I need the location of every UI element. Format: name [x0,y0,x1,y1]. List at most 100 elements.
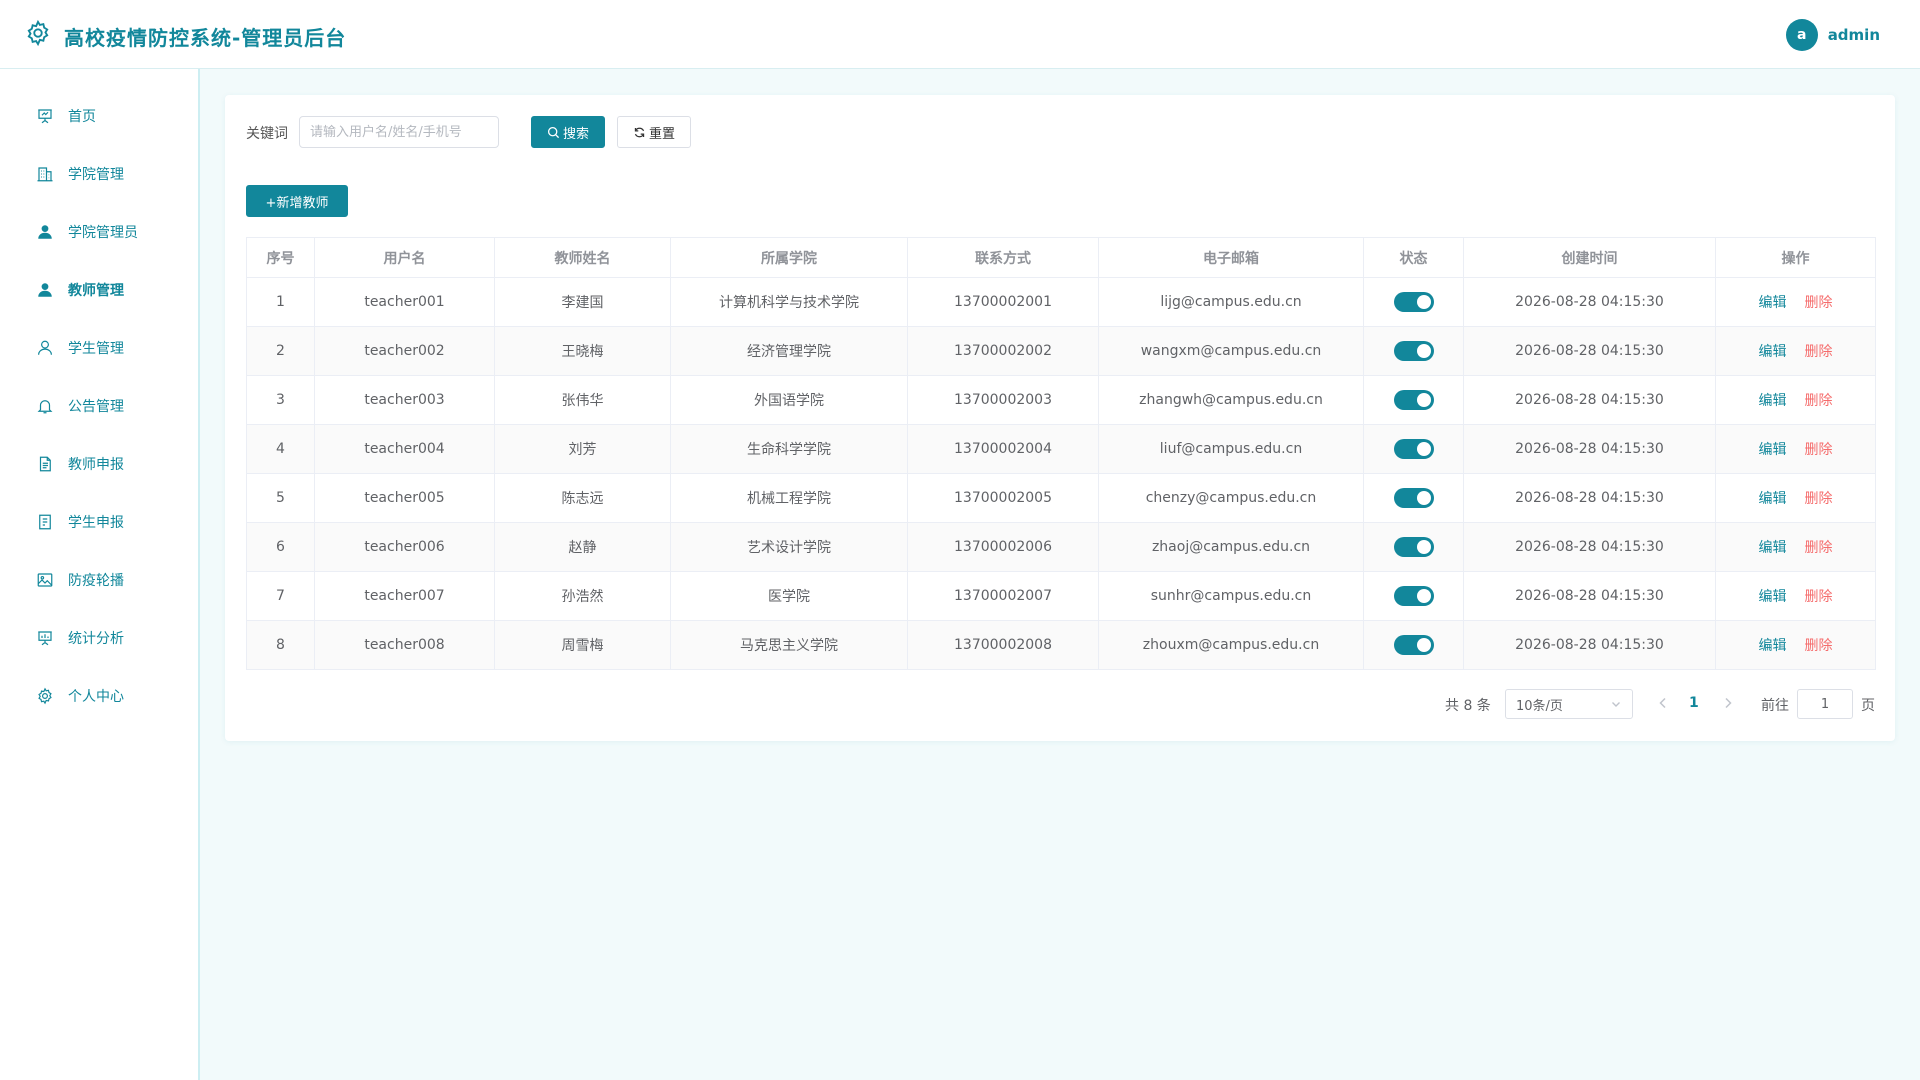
sidebar-item-label: 学生管理 [68,341,124,357]
cell-actions: 编辑 删除 [1715,473,1876,523]
sidebar-item-statistics[interactable]: 统计分析 [0,618,198,658]
cell-phone: 13700002002 [907,326,1099,376]
sidebar-item-label: 教师申报 [68,457,124,473]
cell-status [1363,277,1464,327]
presentation-icon [38,109,52,124]
app-title: 高校疫情防控系统-管理员后台 [64,26,347,50]
sidebar-item-teacher[interactable]: 教师管理 [0,270,198,310]
edit-link[interactable]: 编辑 [1759,344,1787,360]
sidebar-item-profile[interactable]: 个人中心 [0,676,198,716]
sidebar-item-student-report[interactable]: 学生申报 [0,502,198,542]
picture-icon [37,573,53,587]
cell-name: 李建国 [494,277,671,327]
cell-no: 5 [246,473,315,523]
document-icon [39,456,51,472]
column-header-created: 创建时间 [1463,237,1716,278]
edit-link[interactable]: 编辑 [1759,540,1787,556]
delete-link[interactable]: 删除 [1805,491,1833,507]
cell-phone: 13700002003 [907,375,1099,425]
status-toggle[interactable] [1393,341,1434,361]
sidebar-item-notice[interactable]: 公告管理 [0,386,198,426]
cell-email: lijg@campus.edu.cn [1098,277,1364,327]
cell-email: chenzy@campus.edu.cn [1098,473,1364,523]
column-header-status: 状态 [1363,237,1464,278]
delete-link[interactable]: 删除 [1805,638,1833,654]
refresh-icon [634,127,645,137]
goto-page-input[interactable] [1797,689,1853,719]
cell-created: 2026-08-28 04:15:30 [1463,375,1716,425]
page-size-select[interactable]: 10条/页 [1505,689,1633,719]
sidebar-item-teacher-report[interactable]: 教师申报 [0,444,198,484]
search-input[interactable] [299,116,499,148]
cell-name: 赵静 [494,522,671,572]
status-toggle[interactable] [1393,488,1434,508]
column-header-email: 电子邮箱 [1098,237,1364,278]
delete-link[interactable]: 删除 [1805,540,1833,556]
sidebar-item-label: 统计分析 [68,631,124,647]
cell-no: 3 [246,375,315,425]
goto-prefix: 前往 [1761,698,1789,714]
sidebar-item-college[interactable]: 学院管理 [0,154,198,194]
sidebar-item-student[interactable]: 学生管理 [0,328,198,368]
avatar[interactable]: a [1785,19,1818,51]
data-board-icon [38,631,52,646]
cell-username: teacher002 [314,326,495,376]
cell-no: 2 [246,326,315,376]
cell-username: teacher004 [314,424,495,474]
status-toggle[interactable] [1393,537,1434,557]
add-teacher-button[interactable]: +新增教师 [246,185,348,217]
column-header-username: 用户名 [314,237,495,278]
cell-status [1363,326,1464,376]
add-teacher-button-label: +新增教师 [265,195,329,211]
user-menu[interactable]: a admin [1785,19,1880,51]
cell-college: 经济管理学院 [670,326,908,376]
table-row: 8 teacher008 周雪梅 马克思主义学院 13700002008 zho… [246,620,1876,670]
username[interactable]: admin [1828,26,1880,44]
cell-college: 机械工程学院 [670,473,908,523]
table-row: 4 teacher004 刘芳 生命科学学院 13700002004 liuf@… [246,424,1876,474]
edit-link[interactable]: 编辑 [1759,295,1787,311]
sidebar-item-home[interactable]: 首页 [0,96,198,136]
cell-college: 计算机科学与技术学院 [670,277,908,327]
search-button[interactable]: 搜索 [531,116,605,148]
edit-link[interactable]: 编辑 [1759,491,1787,507]
sidebar-item-label: 公告管理 [68,399,124,415]
status-toggle[interactable] [1393,635,1434,655]
cell-name: 周雪梅 [494,620,671,670]
sidebar-item-college-admin[interactable]: 学院管理员 [0,212,198,252]
sidebar-item-carousel[interactable]: 防疫轮播 [0,560,198,600]
status-toggle[interactable] [1393,292,1434,312]
status-toggle[interactable] [1393,586,1434,606]
prev-page-icon[interactable] [1657,696,1669,710]
cell-college: 马克思主义学院 [670,620,908,670]
cell-actions: 编辑 删除 [1715,326,1876,376]
gear-icon [38,687,52,705]
top-header: 高校疫情防控系统-管理员后台 a admin [0,0,1920,69]
delete-link[interactable]: 删除 [1805,589,1833,605]
next-page-icon[interactable] [1722,696,1734,710]
delete-link[interactable]: 删除 [1805,295,1833,311]
edit-link[interactable]: 编辑 [1759,638,1787,654]
cell-email: zhouxm@campus.edu.cn [1098,620,1364,670]
cell-email: sunhr@campus.edu.cn [1098,571,1364,621]
reset-button[interactable]: 重置 [617,116,691,148]
sidebar-item-label: 学生申报 [68,515,124,531]
sidebar-item-label: 学院管理员 [68,225,138,241]
cell-created: 2026-08-28 04:15:30 [1463,571,1716,621]
cell-email: zhangwh@campus.edu.cn [1098,375,1364,425]
delete-link[interactable]: 删除 [1805,442,1833,458]
status-toggle[interactable] [1393,390,1434,410]
table-row: 5 teacher005 陈志远 机械工程学院 13700002005 chen… [246,473,1876,523]
cell-name: 陈志远 [494,473,671,523]
delete-link[interactable]: 删除 [1805,393,1833,409]
edit-link[interactable]: 编辑 [1759,589,1787,605]
edit-link[interactable]: 编辑 [1759,442,1787,458]
status-toggle[interactable] [1393,439,1434,459]
delete-link[interactable]: 删除 [1805,344,1833,360]
page-size-value: 10条/页 [1516,698,1563,714]
cell-phone: 13700002004 [907,424,1099,474]
cell-created: 2026-08-28 04:15:30 [1463,620,1716,670]
edit-link[interactable]: 编辑 [1759,393,1787,409]
cell-status [1363,424,1464,474]
page-number-current[interactable]: 1 [1689,695,1699,711]
